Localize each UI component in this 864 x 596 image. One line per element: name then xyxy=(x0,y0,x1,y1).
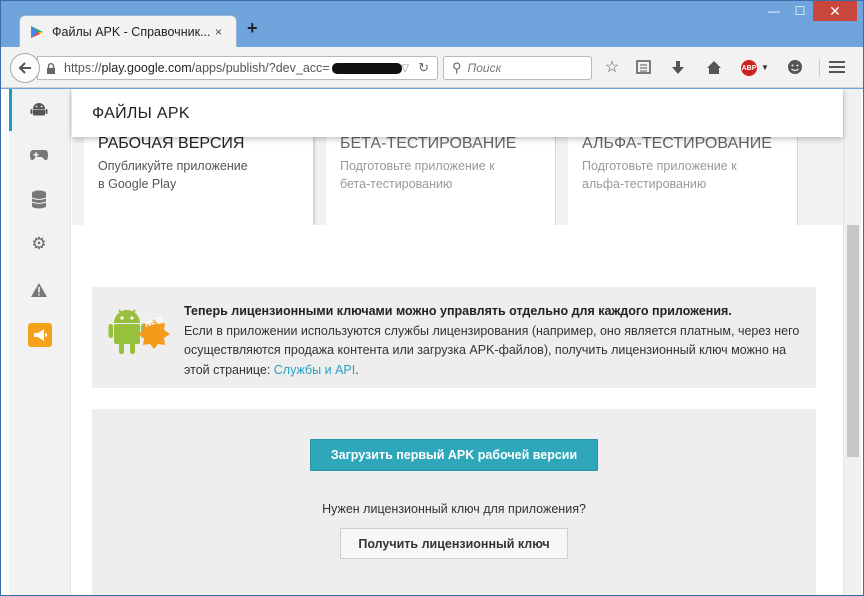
services-api-link[interactable]: Службы и API xyxy=(274,363,355,377)
bookmark-star-icon[interactable]: ☆ xyxy=(602,57,622,77)
tab-description: Подготовьте приложение к бета-тестирован… xyxy=(340,159,495,191)
lock-icon xyxy=(47,62,55,74)
license-key-question: Нужен лицензионный ключ для приложения? xyxy=(322,502,586,516)
tab-production[interactable]: РАБОЧАЯ ВЕРСИЯ Опубликуйте приложение в … xyxy=(84,135,314,231)
gear-icon[interactable]: ⚙ xyxy=(29,234,49,254)
home-icon[interactable] xyxy=(704,57,724,77)
minimize-button[interactable]: — xyxy=(761,1,787,21)
search-placeholder: Поиск xyxy=(467,61,502,75)
notice-text: Теперь лицензионными ключами можно управ… xyxy=(184,302,804,380)
get-license-key-button[interactable]: Получить лицензионный ключ xyxy=(340,528,568,559)
url-path: /apps/publish/?dev_acc= xyxy=(191,61,330,75)
search-icon: ⚲ xyxy=(452,60,462,75)
redacted-text xyxy=(331,62,402,74)
adblock-dropdown-icon[interactable]: ▼ xyxy=(761,63,769,72)
back-arrow-icon xyxy=(18,62,31,74)
sidebar: ⚙ xyxy=(9,89,71,595)
tab-title: Файлы APK - Справочник... xyxy=(52,24,211,39)
back-button[interactable] xyxy=(10,53,40,83)
page-title: ФАЙЛЫ APK xyxy=(92,105,190,122)
tab-title: БЕТА-ТЕСТИРОВАНИЕ xyxy=(340,135,517,152)
url-host: play.google.com xyxy=(101,61,192,75)
megaphone-icon[interactable] xyxy=(28,323,52,347)
tab-close-icon[interactable]: × xyxy=(215,25,222,39)
warning-icon[interactable] xyxy=(29,280,49,300)
upload-panel: Загрузить первый APK рабочей версии Нуже… xyxy=(92,409,816,595)
tab-alpha[interactable]: АЛЬФА-ТЕСТИРОВАНИЕ Подготовьте приложени… xyxy=(568,135,798,225)
window-controls: — ☐ ✕ xyxy=(761,1,857,23)
license-key-notice: NEW Теперь лицензионными ключами можно у… xyxy=(92,287,816,388)
browser-tab[interactable]: Файлы APK - Справочник... × xyxy=(19,15,237,47)
release-tabs: РАБОЧАЯ ВЕРСИЯ Опубликуйте приложение в … xyxy=(72,135,843,231)
adblock-icon[interactable]: ABP xyxy=(741,60,757,76)
search-box[interactable]: ⚲ Поиск xyxy=(443,56,592,80)
navigation-bar: https://play.google.com/apps/publish/?de… xyxy=(1,47,863,88)
scrollbar-thumb[interactable] xyxy=(847,225,859,457)
vertical-scrollbar[interactable] xyxy=(843,89,861,595)
sidebar-active-indicator xyxy=(9,89,12,131)
menu-icon[interactable] xyxy=(827,57,847,77)
tab-strip: Файлы APK - Справочник... × + xyxy=(1,1,761,47)
close-window-button[interactable]: ✕ xyxy=(813,1,857,21)
main-panel: NEW Теперь лицензионными ключами можно у… xyxy=(72,225,843,595)
page-left-edge xyxy=(1,89,9,595)
notice-tail: . xyxy=(355,362,359,377)
reload-icon[interactable]: ↻ xyxy=(418,60,429,76)
address-bar[interactable]: https://play.google.com/apps/publish/?de… xyxy=(37,56,438,80)
android-icon[interactable] xyxy=(29,99,49,119)
tab-description: Подготовьте приложение к альфа-тестирова… xyxy=(582,159,737,191)
upload-first-apk-button[interactable]: Загрузить первый APK рабочей версии xyxy=(310,439,598,471)
maximize-button[interactable]: ☐ xyxy=(787,1,813,21)
tab-title: РАБОЧАЯ ВЕРСИЯ xyxy=(98,135,245,152)
database-icon[interactable] xyxy=(29,190,49,210)
google-play-icon xyxy=(31,25,43,38)
tab-title: АЛЬФА-ТЕСТИРОВАНИЕ xyxy=(582,135,772,152)
new-tab-button[interactable]: + xyxy=(247,18,258,39)
download-icon[interactable] xyxy=(668,57,688,77)
tab-beta[interactable]: БЕТА-ТЕСТИРОВАНИЕ Подготовьте приложение… xyxy=(326,135,556,225)
notice-heading: Теперь лицензионными ключами можно управ… xyxy=(184,304,732,318)
toolbar-separator xyxy=(819,59,820,77)
tab-description: Опубликуйте приложение в Google Play xyxy=(98,159,248,191)
gamepad-icon[interactable] xyxy=(29,145,49,165)
url-dropdown-icon[interactable]: ▽ xyxy=(401,63,409,74)
page-header: ФАЙЛЫ APK xyxy=(72,89,843,137)
content-area: ФАЙЛЫ APK РАБОЧАЯ ВЕРСИЯ Опубликуйте при… xyxy=(72,89,843,595)
url-prefix: https:// xyxy=(64,61,102,75)
reading-list-icon[interactable] xyxy=(633,57,653,77)
page-viewport: ⚙ ФАЙЛЫ APK РАБОЧАЯ ВЕРСИЯ Опубликуйте п… xyxy=(1,89,863,595)
browser-window: — ☐ ✕ Файлы APK - Справочник... × + http… xyxy=(0,0,864,596)
smiley-icon[interactable] xyxy=(785,57,805,77)
